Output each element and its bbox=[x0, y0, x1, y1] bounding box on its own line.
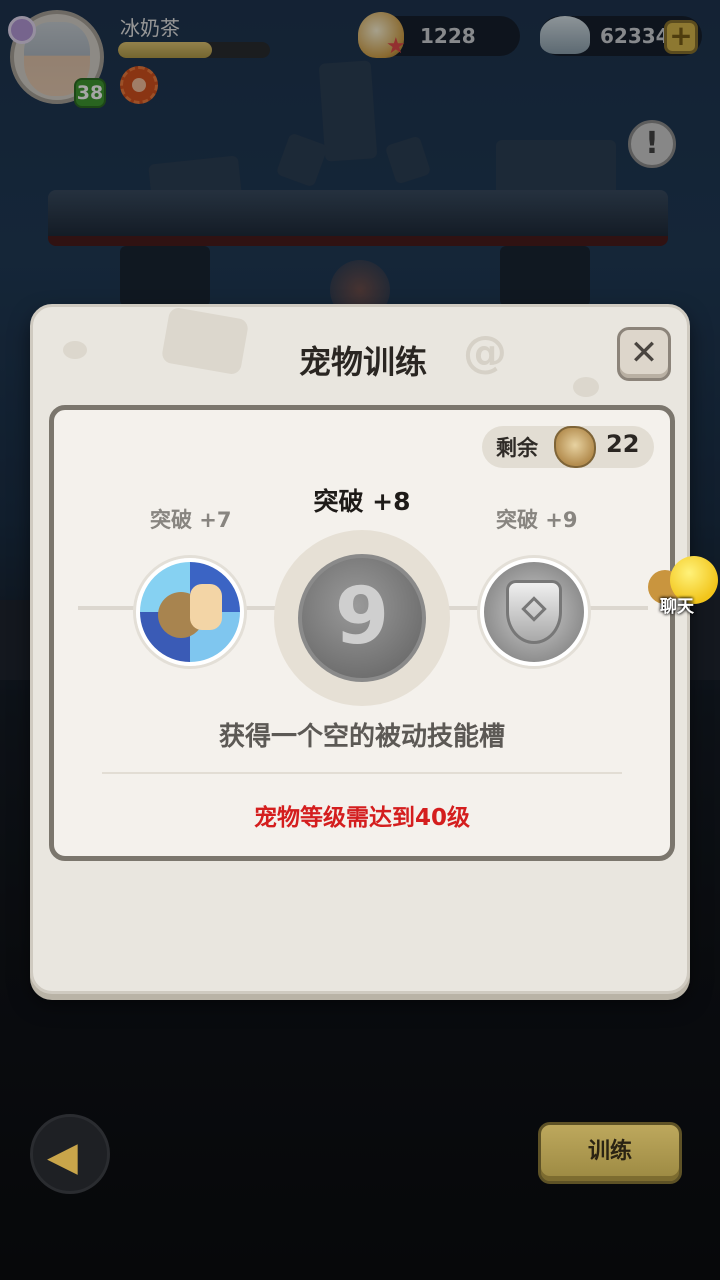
level-requirement: 宠物等级需达到40级 bbox=[253, 805, 470, 831]
hand-shape bbox=[190, 584, 222, 630]
shield-skill-icon[interactable] bbox=[480, 558, 588, 666]
remaining-counter: 剩余 22 bbox=[482, 426, 654, 468]
train-button[interactable]: 训练 bbox=[538, 1122, 682, 1184]
close-button[interactable]: ✕ bbox=[617, 327, 671, 381]
stage-current-label: 突破 +8 bbox=[313, 487, 411, 516]
modal-title: 宠物训练 bbox=[298, 343, 427, 381]
stage-next-label: 突破 +9 bbox=[496, 508, 578, 532]
remaining-count: 22 bbox=[606, 430, 640, 458]
fist-skill-icon[interactable] bbox=[136, 558, 244, 666]
chat-button[interactable]: 聊天 bbox=[646, 556, 720, 617]
divider bbox=[102, 772, 622, 774]
back-button[interactable]: ◀ bbox=[30, 1114, 110, 1194]
pet-training-modal: @ 宠物训练 ✕ 剩余 22 突破 +7 突破 +8 突破 +9 9 获得一个空… bbox=[30, 304, 690, 994]
swirl-skill-icon[interactable]: 9 bbox=[298, 554, 426, 682]
chat-label: 聊天 bbox=[660, 597, 694, 617]
training-panel: 剩余 22 突破 +7 突破 +8 突破 +9 9 获得一个空的被动技能槽 宠物… bbox=[49, 405, 675, 861]
back-arrow-icon: ◀ bbox=[47, 1134, 78, 1180]
fossil-icon bbox=[554, 426, 596, 468]
skill-description: 获得一个空的被动技能槽 bbox=[218, 722, 505, 752]
remaining-label: 剩余 bbox=[496, 436, 538, 460]
